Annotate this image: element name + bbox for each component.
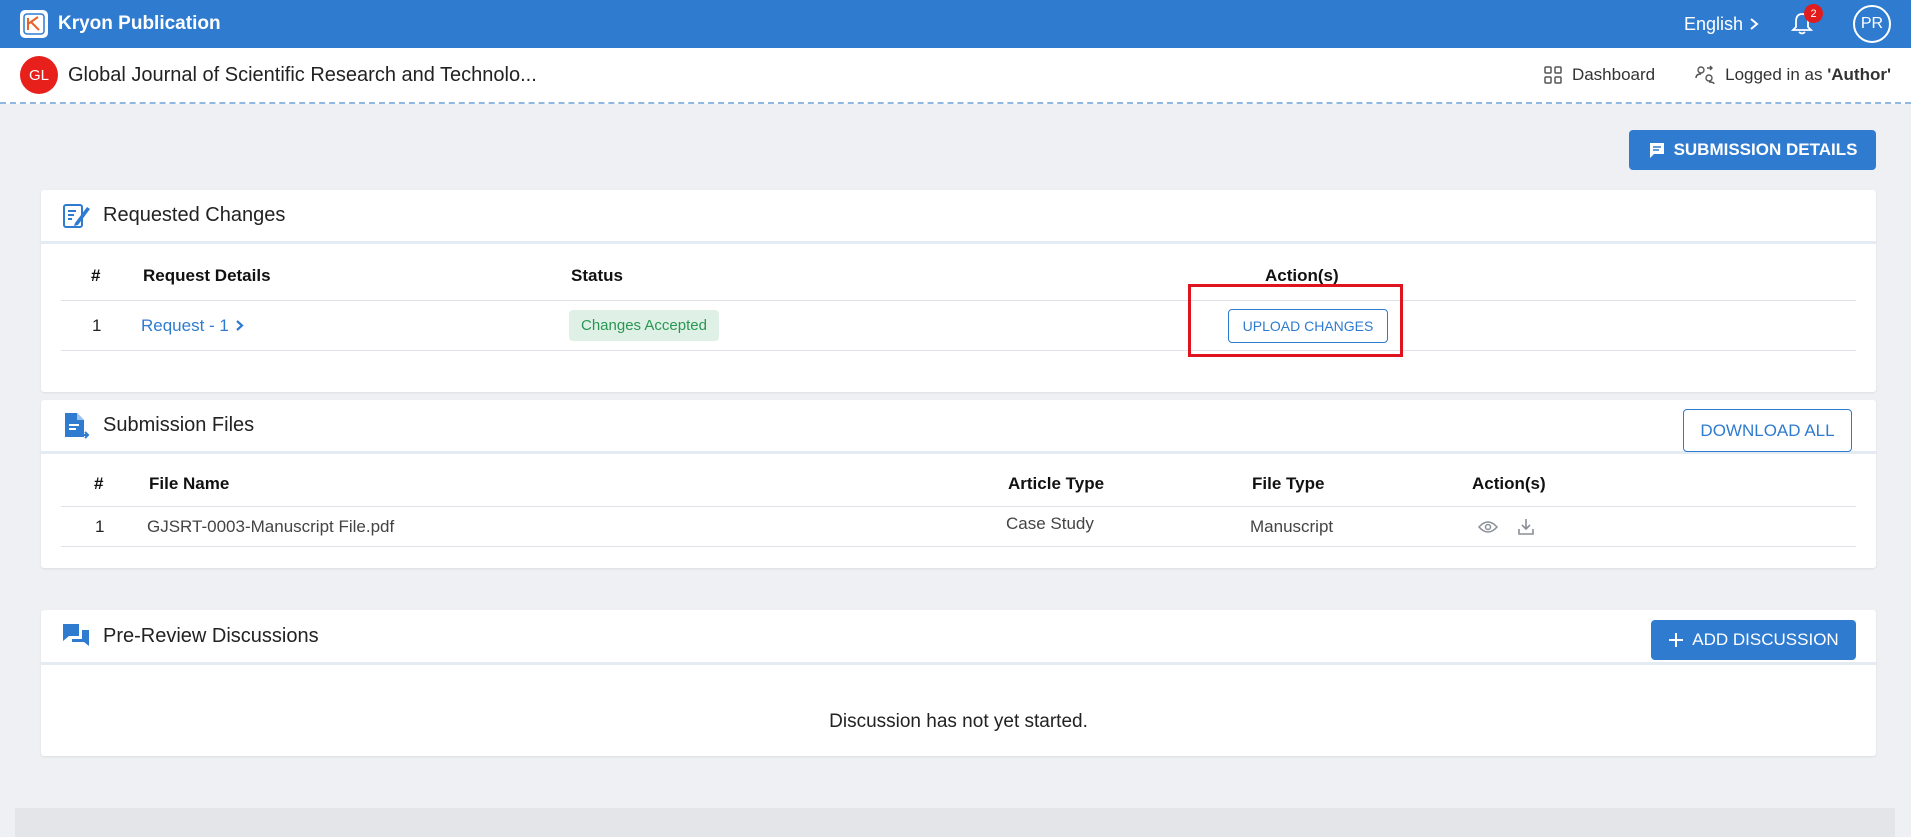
dashboard-link[interactable]: Dashboard	[1544, 65, 1655, 85]
row-number: 1	[92, 315, 102, 335]
download-all-button[interactable]: DOWNLOAD ALL	[1683, 409, 1852, 452]
column-header-actions: Action(s)	[1472, 474, 1546, 493]
user-avatar[interactable]: PR	[1853, 5, 1891, 43]
dashboard-grid-icon	[1544, 66, 1562, 84]
article-type: Case Study	[1006, 513, 1094, 533]
comment-icon	[1649, 143, 1664, 158]
role-name: 'Author'	[1827, 65, 1891, 84]
upload-changes-highlight	[1188, 284, 1403, 357]
journal-header: GL Global Journal of Scientific Research…	[0, 48, 1911, 104]
submission-files-header: Submission Files DOWNLOAD ALL	[41, 400, 1876, 454]
download-icon[interactable]	[1514, 515, 1538, 539]
app-logo-icon[interactable]	[20, 10, 48, 38]
view-icon[interactable]	[1476, 515, 1500, 539]
discussions-header: Pre-Review Discussions ADD DISCUSSION	[41, 610, 1876, 665]
column-header-number: #	[91, 266, 101, 285]
chat-bubbles-icon	[61, 621, 91, 651]
column-header-file-type: File Type	[1252, 474, 1325, 493]
main-content: SUBMISSION DETAILS Requested Changes # R…	[15, 106, 1895, 837]
column-header-file-name: File Name	[149, 474, 230, 493]
notification-count-badge: 2	[1804, 4, 1823, 23]
role-indicator[interactable]: Logged in as 'Author'	[1695, 65, 1891, 85]
column-header-number: #	[94, 474, 104, 493]
submission-files-table: # File Name Article Type File Type Actio…	[61, 454, 1856, 547]
request-label: Request - 1	[141, 315, 229, 335]
app-title: Kryon Publication	[58, 13, 221, 34]
app-header: Kryon Publication English 2 PR	[0, 0, 1911, 48]
file-type: Manuscript	[1250, 516, 1334, 536]
row-number: 1	[95, 516, 105, 536]
logged-in-text: Logged in as 'Author'	[1725, 65, 1891, 84]
requested-changes-table: # Request Details Status Action(s) 1 Req…	[61, 244, 1856, 357]
requested-changes-header: Requested Changes	[41, 190, 1876, 244]
next-section-panel	[15, 808, 1895, 837]
table-row: 1 Request - 1 Changes Accepted UPLOAD CH…	[61, 301, 1856, 351]
submission-details-button[interactable]: SUBMISSION DETAILS	[1629, 130, 1876, 170]
file-transfer-icon	[61, 411, 91, 441]
chevron-right-icon	[236, 320, 244, 331]
column-header-request-details: Request Details	[143, 266, 271, 285]
notifications-button[interactable]: 2	[1789, 4, 1823, 37]
table-header-row: # File Name Article Type File Type Actio…	[61, 454, 1856, 507]
table-header-row: # Request Details Status Action(s)	[61, 244, 1856, 301]
switch-role-icon	[1695, 65, 1715, 85]
discussions-empty-message: Discussion has not yet started.	[829, 711, 1088, 732]
file-actions	[1476, 507, 1538, 546]
add-discussion-button[interactable]: ADD DISCUSSION	[1651, 620, 1856, 660]
add-discussion-label: ADD DISCUSSION	[1692, 630, 1839, 649]
submission-files-card: Submission Files DOWNLOAD ALL # File Nam…	[41, 400, 1876, 568]
requested-changes-card: Requested Changes # Request Details Stat…	[41, 190, 1876, 392]
request-link[interactable]: Request - 1	[141, 301, 244, 350]
plus-icon	[1669, 633, 1684, 647]
edit-document-icon	[61, 201, 91, 231]
submission-files-title: Submission Files	[103, 414, 255, 436]
submission-details-label: SUBMISSION DETAILS	[1673, 140, 1858, 159]
column-header-article-type: Article Type	[1008, 474, 1105, 493]
table-row: 1 GJSRT-0003-Manuscript File.pdf Case St…	[61, 507, 1856, 547]
status-badge: Changes Accepted	[569, 310, 719, 341]
journal-title: Global Journal of Scientific Research an…	[68, 63, 537, 86]
requested-changes-title: Requested Changes	[103, 204, 286, 226]
chevron-right-icon	[1750, 18, 1759, 30]
status-cell: Changes Accepted	[569, 301, 719, 350]
file-name: GJSRT-0003-Manuscript File.pdf	[147, 516, 395, 536]
discussions-title: Pre-Review Discussions	[103, 624, 319, 647]
language-selector[interactable]: English	[1684, 14, 1759, 35]
dashboard-label: Dashboard	[1571, 65, 1656, 84]
journal-avatar: GL	[20, 56, 58, 94]
language-label: English	[1683, 13, 1743, 34]
discussions-card: Pre-Review Discussions ADD DISCUSSION Di…	[41, 610, 1876, 756]
column-header-status: Status	[571, 266, 623, 285]
